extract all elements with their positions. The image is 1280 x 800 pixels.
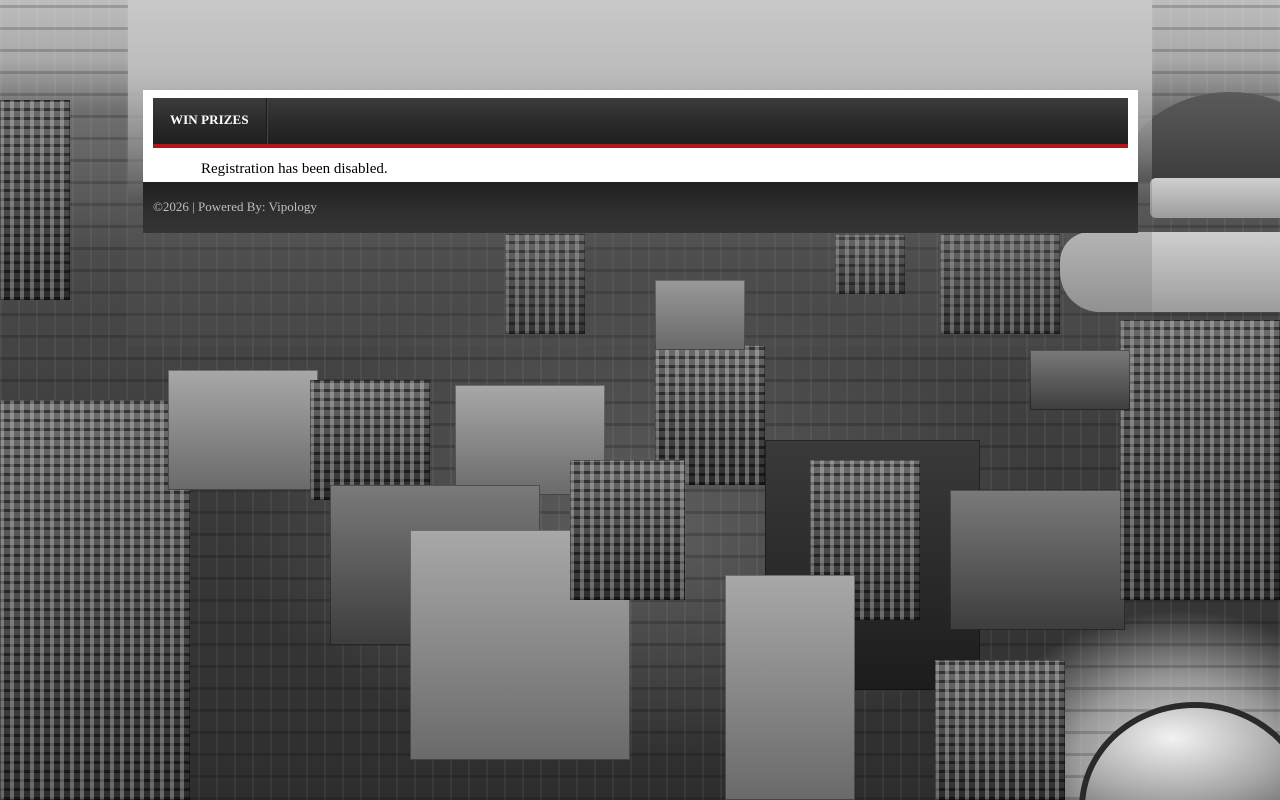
page-footer: ©2026 | Powered By: Vipology — [143, 182, 1138, 233]
background-building — [935, 660, 1065, 800]
content-panel: WIN PRIZES Registration has been disable… — [143, 90, 1138, 182]
background-building — [1030, 350, 1130, 410]
footer-powered-by-link[interactable]: Vipology — [269, 199, 317, 214]
navigation-accent-line — [153, 144, 1128, 148]
background-building — [310, 380, 430, 500]
background-building — [1120, 320, 1280, 600]
background-building — [570, 460, 685, 600]
nav-item-win-prizes[interactable]: WIN PRIZES — [153, 98, 267, 144]
footer-copyright: ©2026 — [153, 199, 189, 214]
background-building — [725, 575, 855, 800]
registration-disabled-message: Registration has been disabled. — [201, 161, 388, 177]
footer-text: ©2026 | Powered By: Vipology — [153, 199, 317, 215]
footer-powered-by-label: Powered By: — [198, 199, 269, 214]
background-building — [0, 100, 70, 300]
main-navigation-bar: WIN PRIZES — [153, 98, 1128, 144]
background-building — [950, 490, 1125, 630]
background-building — [168, 370, 318, 490]
background-water — [1150, 178, 1280, 218]
footer-separator: | — [188, 199, 198, 214]
background-building — [0, 400, 190, 800]
